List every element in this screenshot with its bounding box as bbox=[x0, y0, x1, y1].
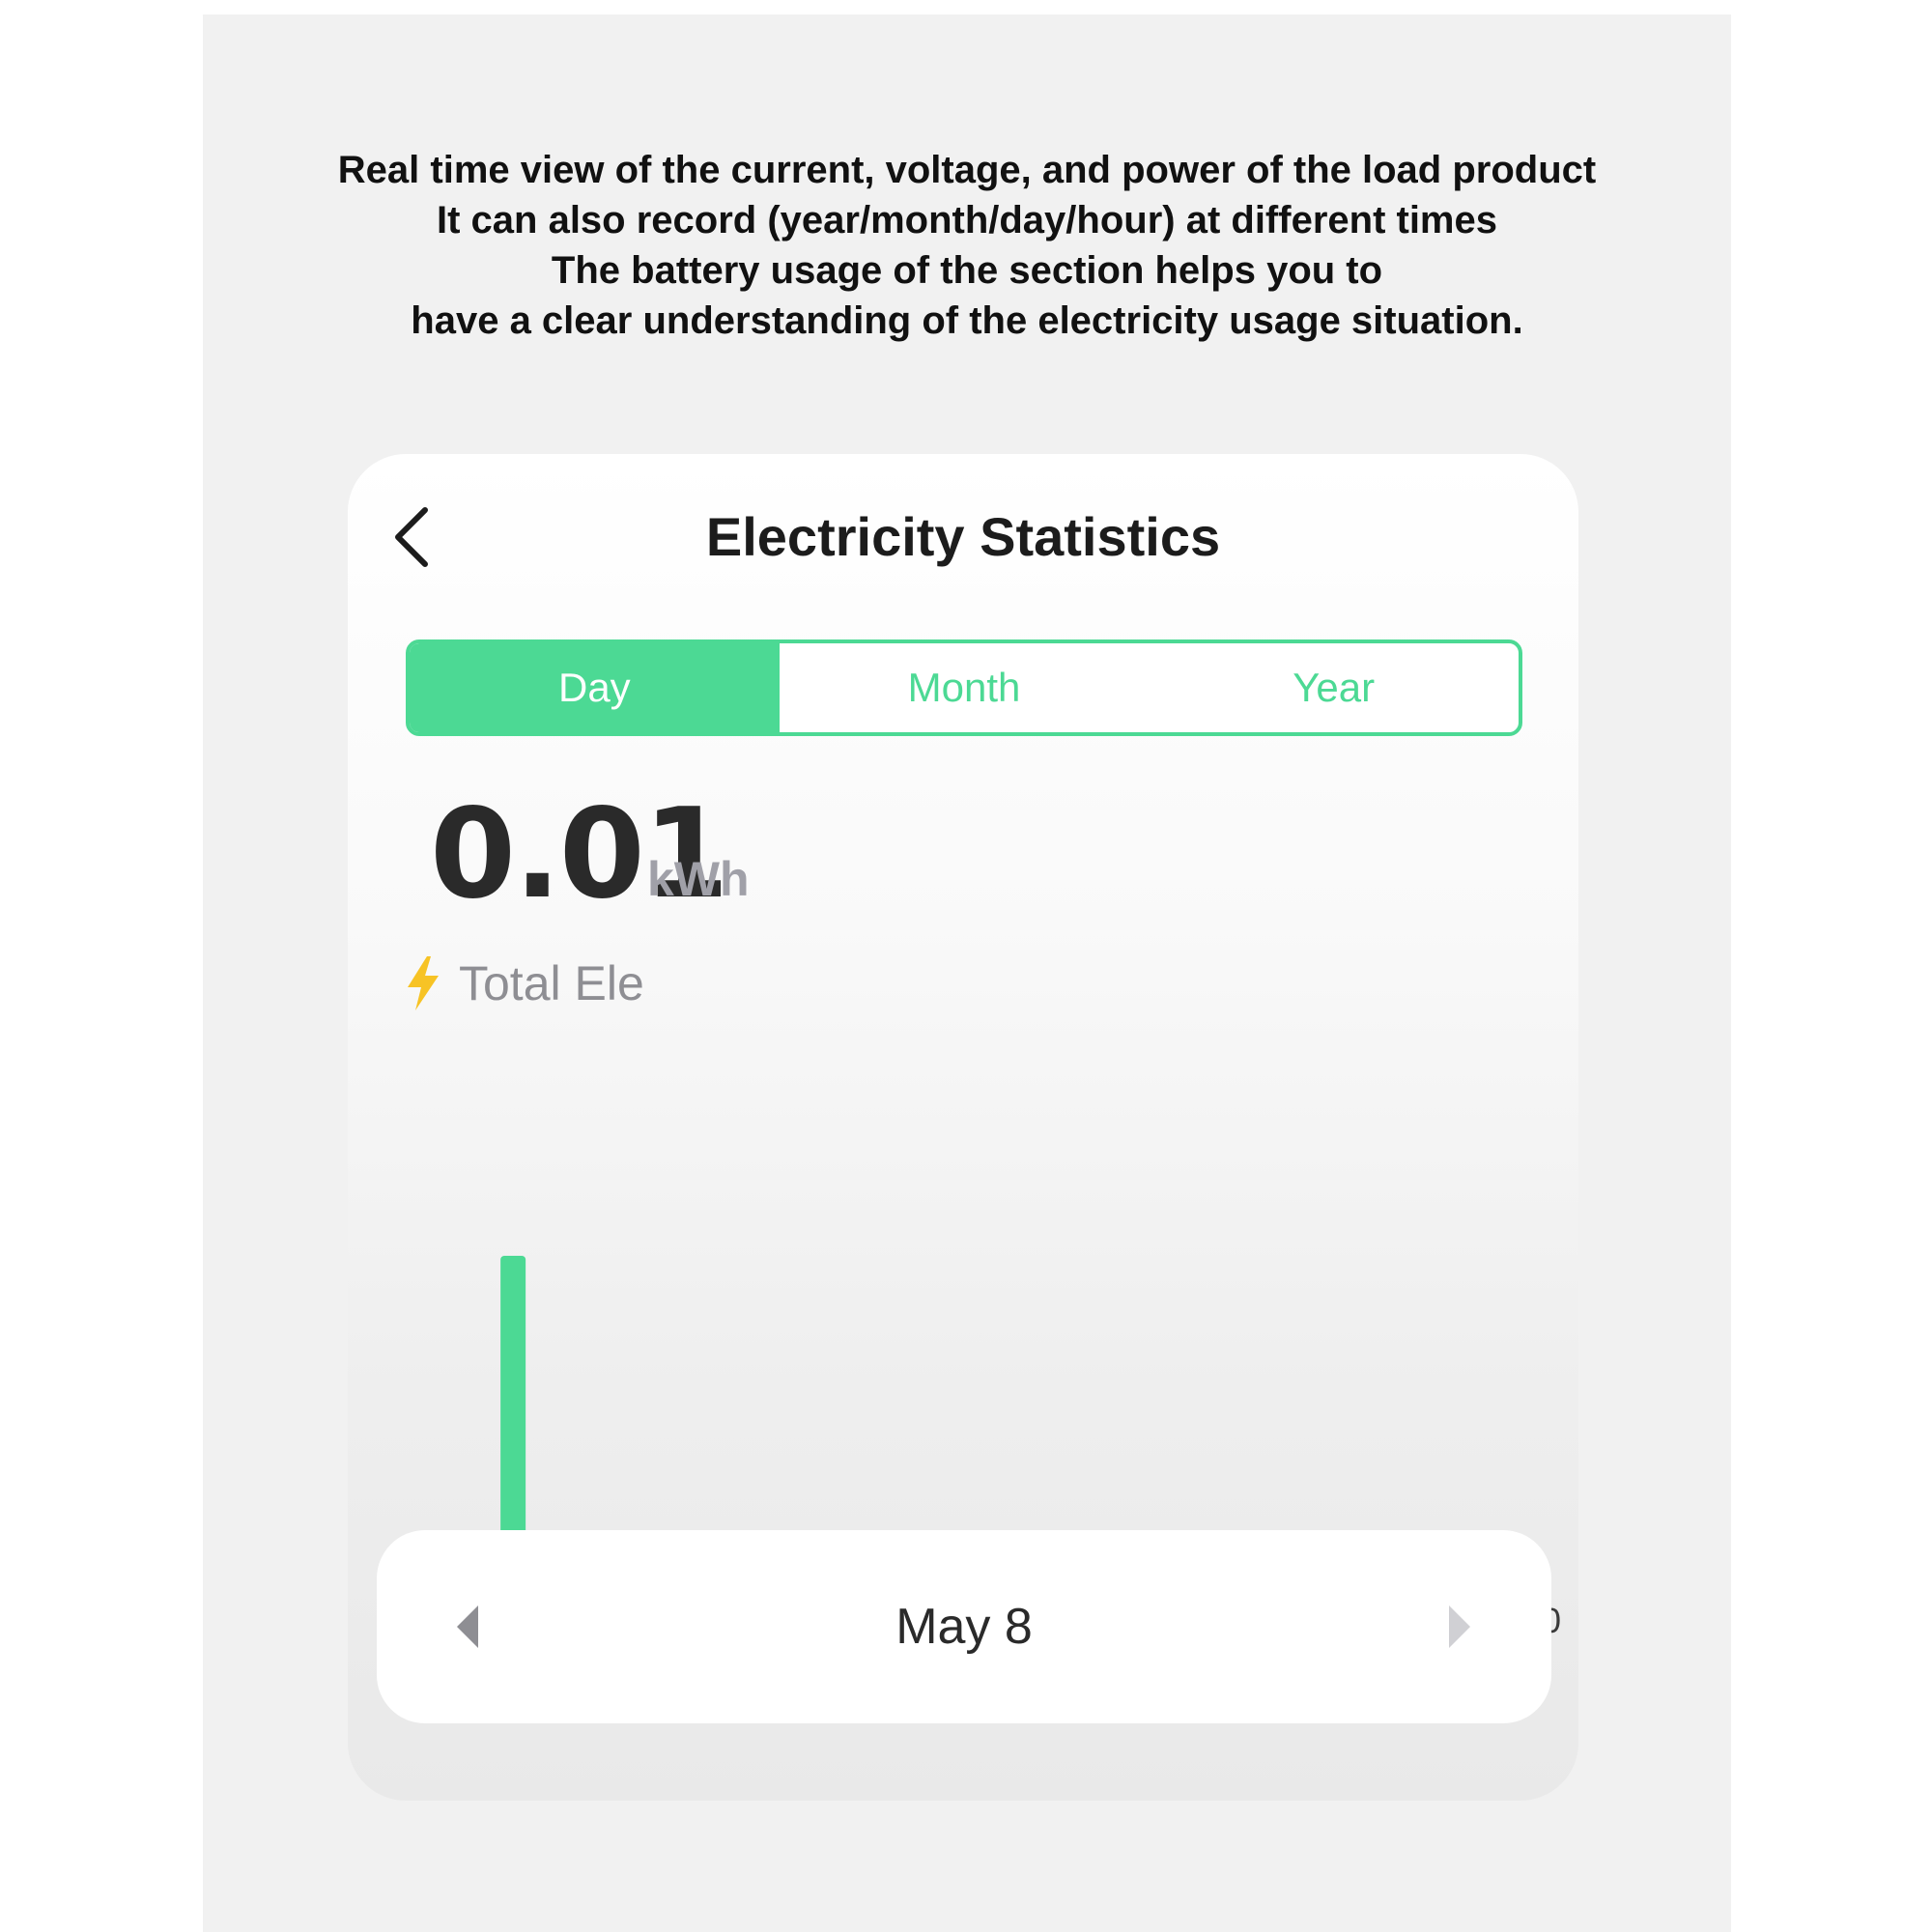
caption-line-2: It can also record (year/month/day/hour)… bbox=[436, 199, 1497, 242]
tab-day[interactable]: Day bbox=[410, 643, 780, 732]
page-title: Electricity Statistics bbox=[705, 506, 1221, 567]
caption-line-3: The battery usage of the section helps y… bbox=[551, 249, 1383, 292]
tab-year[interactable]: Year bbox=[1149, 643, 1519, 732]
caption-line-4: have a clear understanding of the electr… bbox=[411, 299, 1523, 342]
total-label: Total Ele bbox=[459, 956, 644, 1010]
caption: Real time view of the current, voltage, … bbox=[203, 145, 1731, 346]
usage-bar bbox=[500, 1256, 526, 1567]
date-navigator: May 8 bbox=[377, 1530, 1551, 1723]
caption-line-1: Real time view of the current, voltage, … bbox=[337, 149, 1597, 191]
date-label: May 8 bbox=[895, 1599, 1033, 1655]
lightning-bolt-icon bbox=[408, 956, 439, 1010]
phone-screen: Electricity Statistics Day Month Year 0.… bbox=[348, 454, 1578, 1801]
triangle-right-icon bbox=[1449, 1605, 1470, 1648]
tab-month[interactable]: Month bbox=[780, 643, 1150, 732]
total-unit: kWh bbox=[647, 852, 750, 906]
next-date-button[interactable] bbox=[1439, 1598, 1478, 1656]
period-tabs: Day Month Year bbox=[406, 639, 1522, 736]
